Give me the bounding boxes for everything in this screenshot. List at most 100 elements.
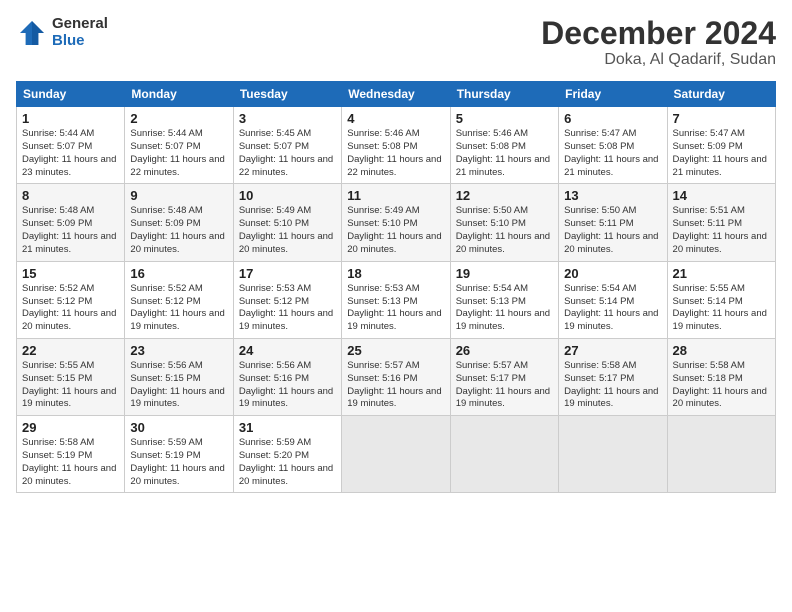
calendar-cell: 11Sunrise: 5:49 AMSunset: 5:10 PMDayligh… <box>342 184 450 261</box>
logo-text: General Blue <box>52 16 108 49</box>
col-saturday: Saturday <box>667 82 775 107</box>
calendar-cell: 16Sunrise: 5:52 AMSunset: 5:12 PMDayligh… <box>125 261 233 338</box>
calendar-cell: 21Sunrise: 5:55 AMSunset: 5:14 PMDayligh… <box>667 261 775 338</box>
calendar-cell: 4 Sunrise: 5:46 AMSunset: 5:08 PMDaylight… <box>342 107 450 184</box>
day-detail: Sunrise: 5:55 AMSunset: 5:14 PMDaylight:… <box>673 283 767 332</box>
day-number: 1 <box>22 111 119 126</box>
calendar-cell: 27Sunrise: 5:58 AMSunset: 5:17 PMDayligh… <box>559 338 667 415</box>
calendar-cell: 29Sunrise: 5:58 AMSunset: 5:19 PMDayligh… <box>17 416 125 493</box>
day-number: 25 <box>347 343 444 358</box>
col-friday: Friday <box>559 82 667 107</box>
header: General Blue December 2024 Doka, Al Qada… <box>16 16 776 69</box>
calendar-header: Sunday Monday Tuesday Wednesday Thursday… <box>17 82 776 107</box>
day-detail: Sunrise: 5:44 AMSunset: 5:07 PMDaylight:… <box>130 128 224 177</box>
day-detail: Sunrise: 5:45 AMSunset: 5:07 PMDaylight:… <box>239 128 333 177</box>
calendar-cell: 8Sunrise: 5:48 AMSunset: 5:09 PMDaylight… <box>17 184 125 261</box>
col-monday: Monday <box>125 82 233 107</box>
calendar-cell: 10 Sunrise: 5:49 AMSunset: 5:10 PMDayligh… <box>233 184 341 261</box>
calendar-cell: 14Sunrise: 5:51 AMSunset: 5:11 PMDayligh… <box>667 184 775 261</box>
calendar-body: 1 Sunrise: 5:44 AMSunset: 5:07 PMDaylight… <box>17 107 776 493</box>
calendar-cell: 20Sunrise: 5:54 AMSunset: 5:14 PMDayligh… <box>559 261 667 338</box>
day-number: 19 <box>456 266 553 281</box>
week-row-2: 15 Sunrise: 5:52 AMSunset: 5:12 PMDayligh… <box>17 261 776 338</box>
calendar-subtitle: Doka, Al Qadarif, Sudan <box>541 51 776 69</box>
day-number: 23 <box>130 343 227 358</box>
day-number: 4 <box>347 111 444 126</box>
day-number: 5 <box>456 111 553 126</box>
day-detail: Sunrise: 5:57 AMSunset: 5:16 PMDaylight:… <box>347 360 441 409</box>
day-number: 30 <box>130 420 227 435</box>
day-number: 15 <box>22 266 119 281</box>
calendar-table: Sunday Monday Tuesday Wednesday Thursday… <box>16 81 776 493</box>
calendar-cell: 22 Sunrise: 5:55 AMSunset: 5:15 PMDayligh… <box>17 338 125 415</box>
week-row-0: 1 Sunrise: 5:44 AMSunset: 5:07 PMDaylight… <box>17 107 776 184</box>
day-detail: Sunrise: 5:48 AMSunset: 5:09 PMDaylight:… <box>130 205 224 254</box>
week-row-3: 22 Sunrise: 5:55 AMSunset: 5:15 PMDayligh… <box>17 338 776 415</box>
calendar-cell: 15 Sunrise: 5:52 AMSunset: 5:12 PMDayligh… <box>17 261 125 338</box>
calendar-cell: 17 Sunrise: 5:53 AMSunset: 5:12 PMDayligh… <box>233 261 341 338</box>
day-detail: Sunrise: 5:47 AMSunset: 5:09 PMDaylight:… <box>673 128 767 177</box>
day-detail: Sunrise: 5:49 AMSunset: 5:10 PMDaylight:… <box>239 205 333 254</box>
day-detail: Sunrise: 5:52 AMSunset: 5:12 PMDaylight:… <box>22 283 116 332</box>
calendar-cell <box>342 416 450 493</box>
title-block: December 2024 Doka, Al Qadarif, Sudan <box>541 16 776 69</box>
calendar-cell <box>559 416 667 493</box>
calendar-cell <box>450 416 558 493</box>
calendar-cell: 5 Sunrise: 5:46 AMSunset: 5:08 PMDaylight… <box>450 107 558 184</box>
header-row: Sunday Monday Tuesday Wednesday Thursday… <box>17 82 776 107</box>
calendar-cell: 2 Sunrise: 5:44 AMSunset: 5:07 PMDaylight… <box>125 107 233 184</box>
calendar-cell: 1 Sunrise: 5:44 AMSunset: 5:07 PMDaylight… <box>17 107 125 184</box>
day-number: 28 <box>673 343 770 358</box>
calendar-cell: 19 Sunrise: 5:54 AMSunset: 5:13 PMDayligh… <box>450 261 558 338</box>
calendar-cell: 24Sunrise: 5:56 AMSunset: 5:16 PMDayligh… <box>233 338 341 415</box>
col-wednesday: Wednesday <box>342 82 450 107</box>
day-number: 22 <box>22 343 119 358</box>
calendar-cell: 26Sunrise: 5:57 AMSunset: 5:17 PMDayligh… <box>450 338 558 415</box>
logo-icon <box>16 17 48 49</box>
day-detail: Sunrise: 5:53 AMSunset: 5:12 PMDaylight:… <box>239 283 333 332</box>
day-detail: Sunrise: 5:54 AMSunset: 5:13 PMDaylight:… <box>456 283 550 332</box>
calendar-cell: 13 Sunrise: 5:50 AMSunset: 5:11 PMDayligh… <box>559 184 667 261</box>
day-number: 13 <box>564 188 661 203</box>
day-number: 9 <box>130 188 227 203</box>
day-detail: Sunrise: 5:44 AMSunset: 5:07 PMDaylight:… <box>22 128 116 177</box>
day-number: 29 <box>22 420 119 435</box>
day-number: 24 <box>239 343 336 358</box>
day-number: 8 <box>22 188 119 203</box>
day-detail: Sunrise: 5:47 AMSunset: 5:08 PMDaylight:… <box>564 128 658 177</box>
week-row-1: 8 Sunrise: 5:48 AMSunset: 5:09 PMDaylight… <box>17 184 776 261</box>
calendar-cell: 3Sunrise: 5:45 AMSunset: 5:07 PMDaylight… <box>233 107 341 184</box>
logo-general: General <box>52 16 108 33</box>
day-detail: Sunrise: 5:56 AMSunset: 5:15 PMDaylight:… <box>130 360 224 409</box>
day-number: 7 <box>673 111 770 126</box>
day-detail: Sunrise: 5:57 AMSunset: 5:17 PMDaylight:… <box>456 360 550 409</box>
day-number: 2 <box>130 111 227 126</box>
day-number: 31 <box>239 420 336 435</box>
logo-blue: Blue <box>52 33 108 50</box>
page-container: General Blue December 2024 Doka, Al Qada… <box>0 0 792 501</box>
calendar-cell: 7 Sunrise: 5:47 AMSunset: 5:09 PMDaylight… <box>667 107 775 184</box>
day-detail: Sunrise: 5:49 AMSunset: 5:10 PMDaylight:… <box>347 205 441 254</box>
day-detail: Sunrise: 5:55 AMSunset: 5:15 PMDaylight:… <box>22 360 116 409</box>
day-detail: Sunrise: 5:58 AMSunset: 5:17 PMDaylight:… <box>564 360 658 409</box>
col-tuesday: Tuesday <box>233 82 341 107</box>
day-detail: Sunrise: 5:46 AMSunset: 5:08 PMDaylight:… <box>347 128 441 177</box>
day-detail: Sunrise: 5:50 AMSunset: 5:11 PMDaylight:… <box>564 205 658 254</box>
day-number: 18 <box>347 266 444 281</box>
day-detail: Sunrise: 5:51 AMSunset: 5:11 PMDaylight:… <box>673 205 767 254</box>
day-detail: Sunrise: 5:46 AMSunset: 5:08 PMDaylight:… <box>456 128 550 177</box>
day-number: 20 <box>564 266 661 281</box>
calendar-cell: 9 Sunrise: 5:48 AMSunset: 5:09 PMDaylight… <box>125 184 233 261</box>
day-number: 10 <box>239 188 336 203</box>
week-row-4: 29Sunrise: 5:58 AMSunset: 5:19 PMDayligh… <box>17 416 776 493</box>
day-detail: Sunrise: 5:52 AMSunset: 5:12 PMDaylight:… <box>130 283 224 332</box>
calendar-cell <box>667 416 775 493</box>
calendar-title: December 2024 <box>541 16 776 51</box>
calendar-cell: 18 Sunrise: 5:53 AMSunset: 5:13 PMDayligh… <box>342 261 450 338</box>
day-detail: Sunrise: 5:53 AMSunset: 5:13 PMDaylight:… <box>347 283 441 332</box>
day-number: 12 <box>456 188 553 203</box>
calendar-cell: 6Sunrise: 5:47 AMSunset: 5:08 PMDaylight… <box>559 107 667 184</box>
calendar-cell: 30Sunrise: 5:59 AMSunset: 5:19 PMDayligh… <box>125 416 233 493</box>
day-number: 17 <box>239 266 336 281</box>
calendar-cell: 25 Sunrise: 5:57 AMSunset: 5:16 PMDayligh… <box>342 338 450 415</box>
